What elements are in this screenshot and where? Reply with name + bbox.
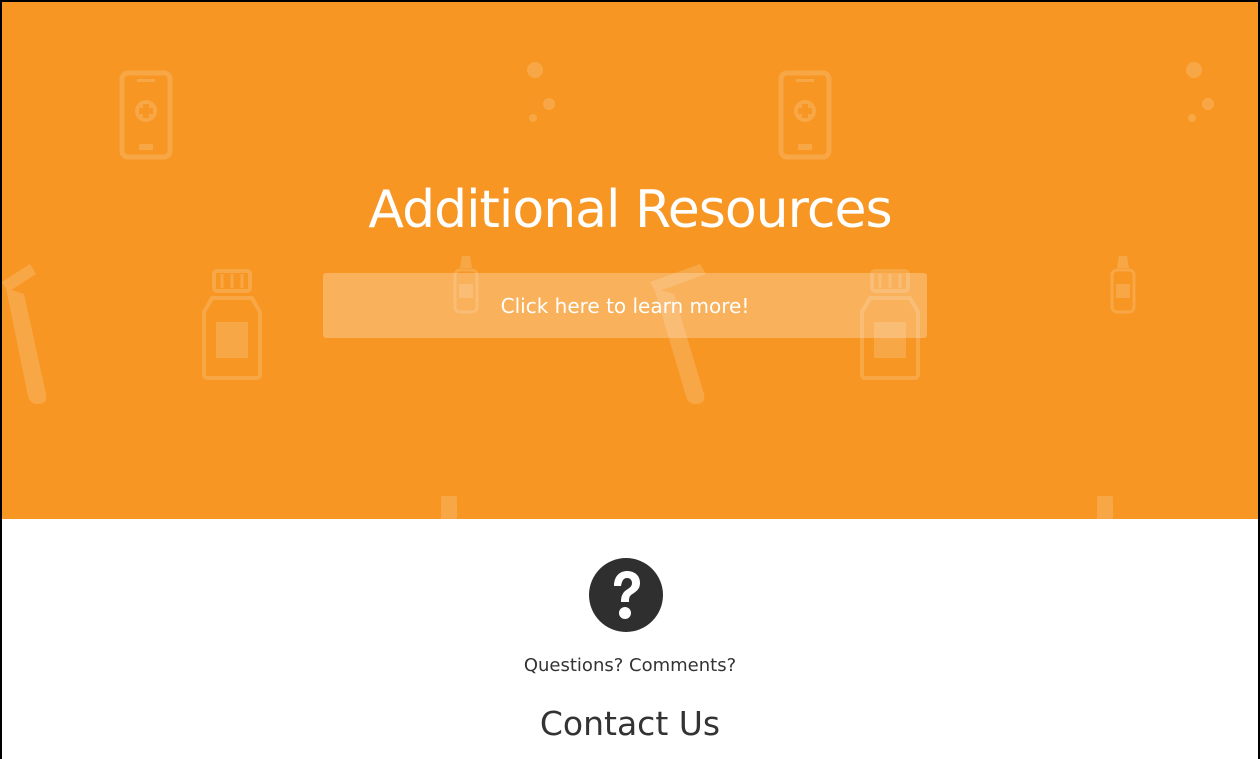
contact-subtitle: Questions? Comments?	[523, 655, 737, 676]
test-tube-icon	[441, 496, 457, 519]
contact-us-link[interactable]: Contact Us	[2, 699, 1258, 749]
test-tube-icon	[1097, 496, 1113, 519]
contact-section: Questions? Comments? Contact Us	[2, 519, 1258, 759]
dropper-bottle-icon	[1110, 256, 1136, 314]
pill-bottle-icon	[202, 269, 262, 380]
phone-icon	[778, 70, 832, 160]
phone-icon	[119, 70, 173, 160]
dropper-bottle-icon	[1186, 62, 1214, 122]
page-title: Additional Resources	[368, 180, 892, 240]
hero-banner: Additional Resources Click here to learn…	[2, 2, 1258, 519]
dropper-bottle-icon	[527, 62, 555, 122]
otoscope-icon	[2, 264, 47, 404]
page-frame: Additional Resources Click here to learn…	[0, 0, 1260, 759]
question-circle-icon	[589, 558, 663, 632]
learn-more-button[interactable]: Click here to learn more!	[323, 273, 927, 338]
